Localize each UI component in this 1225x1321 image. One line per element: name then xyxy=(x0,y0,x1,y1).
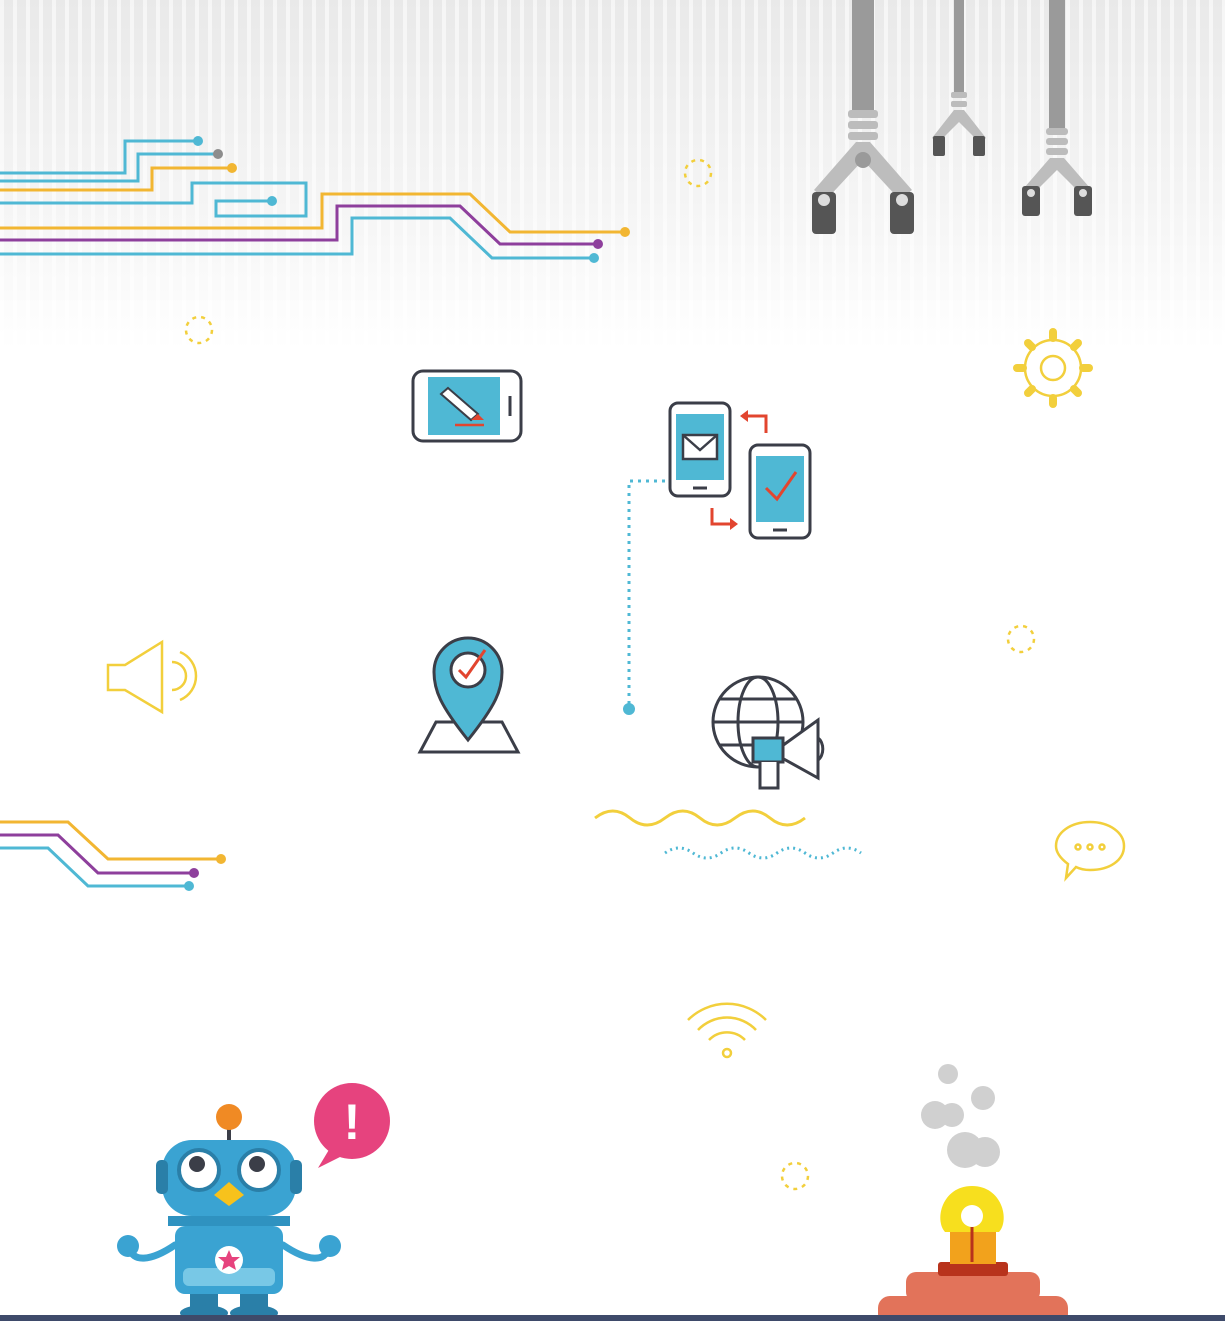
sparkle-icon xyxy=(780,1161,810,1191)
illustration-scene: ! xyxy=(0,0,1225,1321)
speaker-icon xyxy=(106,639,198,715)
globe-megaphone-icon xyxy=(711,675,825,790)
dotted-connector xyxy=(623,479,665,715)
alert-symbol: ! xyxy=(344,1094,361,1150)
location-pin-icon xyxy=(417,636,521,754)
circuit-lines-left xyxy=(0,820,226,891)
sparkle-icon xyxy=(1006,624,1036,654)
chat-bubble-icon xyxy=(1054,820,1126,882)
wifi-icon xyxy=(687,1002,767,1059)
smoke-clouds xyxy=(921,1064,1000,1168)
phone-edit-icon xyxy=(411,369,523,443)
floor-bar xyxy=(0,1315,1225,1321)
robot-mascot xyxy=(117,1104,341,1321)
phones-sync-icon xyxy=(668,401,812,540)
wave-lines xyxy=(594,809,862,860)
lightbulb-button xyxy=(878,1186,1068,1321)
alert-bubble-icon: ! xyxy=(314,1083,390,1168)
